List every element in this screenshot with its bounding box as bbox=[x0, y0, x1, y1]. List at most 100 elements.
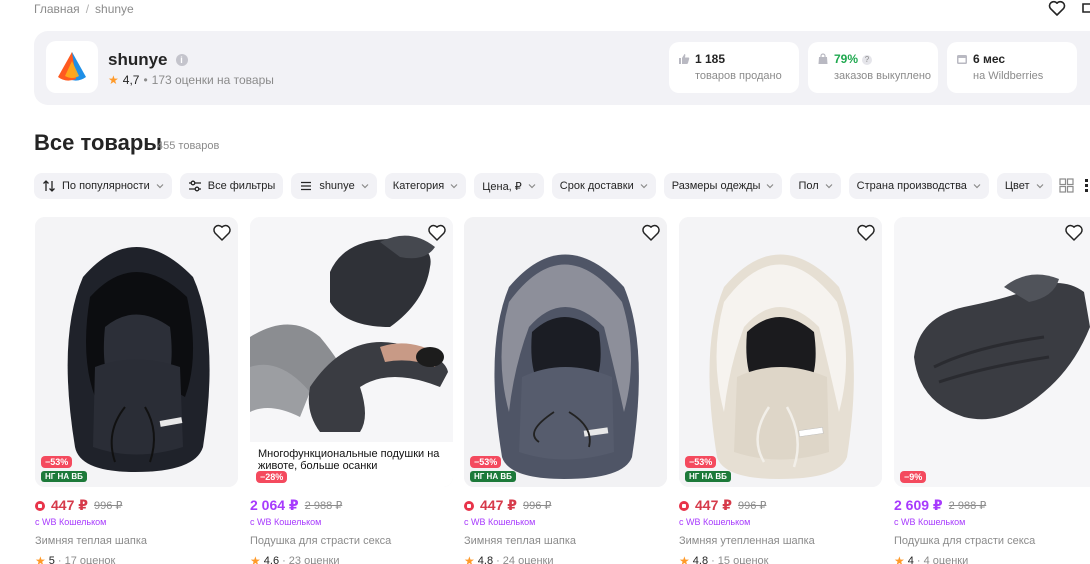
share-icon[interactable] bbox=[1080, 0, 1090, 16]
chevron-down-icon bbox=[973, 184, 981, 189]
calendar-icon bbox=[957, 55, 967, 64]
product-image[interactable]: Многофункциональные подушки на животе, б… bbox=[250, 217, 453, 487]
stat-sold: 1 185 товаров продано bbox=[669, 42, 799, 93]
product-card[interactable]: −53% НГ НА ВБ 447 ₽ 996 ₽ с WB Кошельком… bbox=[35, 217, 238, 564]
product-card[interactable]: −53% НГ НА ВБ 447 ₽ 996 ₽ с WB Кошельком… bbox=[679, 217, 882, 564]
filter-price-label: Цена, ₽ bbox=[482, 180, 522, 193]
filter-brand[interactable]: shunye bbox=[291, 173, 377, 199]
thumb-up-icon bbox=[679, 54, 690, 64]
discount-badge: −53% bbox=[41, 456, 73, 468]
rating-value: 4,6 bbox=[263, 555, 280, 564]
rating-value: 4 bbox=[907, 555, 914, 564]
heart-icon[interactable] bbox=[1048, 0, 1066, 16]
stat-age-label: на Wildberries bbox=[973, 70, 1044, 82]
product-name[interactable]: Зимняя утепленная шапка bbox=[679, 535, 882, 547]
filter-sort-label: По популярности bbox=[62, 180, 150, 192]
image-caption: Многофункциональные подушки на животе, б… bbox=[258, 448, 440, 472]
filter-delivery[interactable]: Срок доставки bbox=[551, 173, 656, 199]
discount-badge: −53% bbox=[685, 456, 717, 468]
rating-value: 4,8 bbox=[477, 555, 494, 564]
wallet-note: с WB Кошельком bbox=[679, 517, 751, 527]
chevron-down-icon bbox=[528, 184, 536, 189]
star-icon: ★ bbox=[894, 554, 905, 564]
filter-category-label: Категория bbox=[392, 180, 445, 192]
reviews-count: · 24 оценки bbox=[496, 555, 554, 564]
price: 2 609 ₽ bbox=[894, 497, 943, 513]
filter-gender[interactable]: Пол bbox=[790, 173, 841, 199]
star-icon: ★ bbox=[108, 73, 119, 87]
chevron-down-icon bbox=[1036, 184, 1044, 189]
filter-all-label: Все фильтры bbox=[207, 180, 276, 192]
filter-price[interactable]: Цена, ₽ bbox=[474, 173, 544, 199]
filter-sort[interactable]: По популярности bbox=[34, 173, 172, 199]
info-icon[interactable]: i bbox=[175, 54, 188, 66]
breadcrumb-home[interactable]: Главная bbox=[34, 2, 80, 16]
product-image[interactable]: −53% НГ НА ВБ bbox=[35, 217, 238, 487]
product-image[interactable]: −53% НГ НА ВБ bbox=[679, 217, 882, 487]
price: 447 ₽ bbox=[695, 497, 732, 513]
page-title: Все товары bbox=[34, 130, 163, 155]
product-card[interactable]: Многофункциональные подушки на животе, б… bbox=[250, 217, 453, 564]
favorite-heart-icon[interactable] bbox=[212, 223, 232, 243]
product-image[interactable]: −9% bbox=[894, 217, 1090, 487]
chevron-down-icon bbox=[361, 184, 369, 189]
breadcrumb-separator: / bbox=[85, 2, 90, 16]
stat-buyout-value: 79% bbox=[834, 52, 859, 66]
star-icon: ★ bbox=[679, 554, 690, 564]
filter-brand-label: shunye bbox=[319, 180, 355, 192]
old-price: 2 988 ₽ bbox=[304, 500, 343, 512]
wallet-icon bbox=[35, 500, 45, 511]
menu-icon bbox=[301, 181, 312, 191]
discount-badge: −53% bbox=[470, 456, 502, 468]
filter-bar: По популярности Все фильтры shunye Катег… bbox=[34, 173, 1052, 199]
help-icon[interactable]: ? bbox=[862, 55, 873, 65]
seller-name[interactable]: shunye bbox=[108, 50, 168, 70]
wallet-icon bbox=[464, 500, 474, 511]
rating-value: 5 bbox=[48, 555, 55, 564]
hat-photo bbox=[35, 217, 238, 487]
product-card[interactable]: −53% НГ НА ВБ 447 ₽ 996 ₽ с WB Кошельком… bbox=[464, 217, 667, 564]
breadcrumb-current: shunye bbox=[95, 2, 134, 16]
favorite-heart-icon[interactable] bbox=[856, 223, 876, 243]
favorite-heart-icon[interactable] bbox=[427, 223, 447, 243]
product-name[interactable]: Зимняя теплая шапка bbox=[35, 535, 238, 547]
filter-size-label: Размеры одежды bbox=[671, 180, 761, 192]
promo-badge: НГ НА ВБ bbox=[685, 471, 731, 482]
wallet-note: с WB Кошельком bbox=[35, 517, 107, 527]
seller-reviews[interactable]: 173 оценки на товары bbox=[152, 73, 274, 87]
promo-badge: НГ НА ВБ bbox=[470, 471, 516, 482]
old-price: 2 988 ₽ bbox=[948, 500, 987, 512]
pillow-photo bbox=[894, 217, 1090, 487]
filter-category[interactable]: Категория bbox=[384, 173, 467, 199]
star-icon: ★ bbox=[35, 554, 46, 564]
old-price: 996 ₽ bbox=[523, 500, 552, 512]
stat-sold-value: 1 185 bbox=[695, 52, 726, 66]
product-name[interactable]: Подушка для страсти секса bbox=[894, 535, 1090, 547]
seller-rating: ★ 4,7 • 173 оценки на товары bbox=[108, 73, 274, 87]
chevron-down-icon bbox=[767, 184, 774, 189]
grid-large-icon[interactable] bbox=[1059, 178, 1074, 193]
price: 447 ₽ bbox=[480, 497, 517, 513]
goods-count: 455 товаров bbox=[157, 140, 220, 152]
filter-color[interactable]: Цвет bbox=[996, 173, 1052, 199]
discount-badge: −9% bbox=[900, 471, 927, 483]
filter-country[interactable]: Страна производства bbox=[848, 173, 989, 199]
product-name[interactable]: Подушка для страсти секса bbox=[250, 535, 453, 547]
seller-rating-value: 4,7 bbox=[122, 73, 140, 87]
filter-color-label: Цвет bbox=[1004, 180, 1030, 192]
favorite-heart-icon[interactable] bbox=[641, 223, 661, 243]
promo-badge: НГ НА ВБ bbox=[41, 471, 87, 482]
product-name[interactable]: Зимняя теплая шапка bbox=[464, 535, 667, 547]
product-image[interactable]: −53% НГ НА ВБ bbox=[464, 217, 667, 487]
product-card[interactable]: −9% 2 609 ₽ 2 988 ₽ с WB Кошельком Подуш… bbox=[894, 217, 1090, 564]
favorite-heart-icon[interactable] bbox=[1064, 223, 1084, 243]
pillow-photo bbox=[250, 217, 453, 487]
reviews-count: · 15 оценок bbox=[711, 555, 769, 564]
discount-badge: −28% bbox=[256, 471, 288, 483]
filter-all[interactable]: Все фильтры bbox=[179, 173, 284, 199]
sliders-icon bbox=[188, 180, 201, 192]
old-price: 996 ₽ bbox=[738, 500, 767, 512]
seller-logo bbox=[46, 41, 98, 93]
filter-size[interactable]: Размеры одежды bbox=[663, 173, 783, 199]
grid-small-icon[interactable] bbox=[1084, 178, 1090, 193]
